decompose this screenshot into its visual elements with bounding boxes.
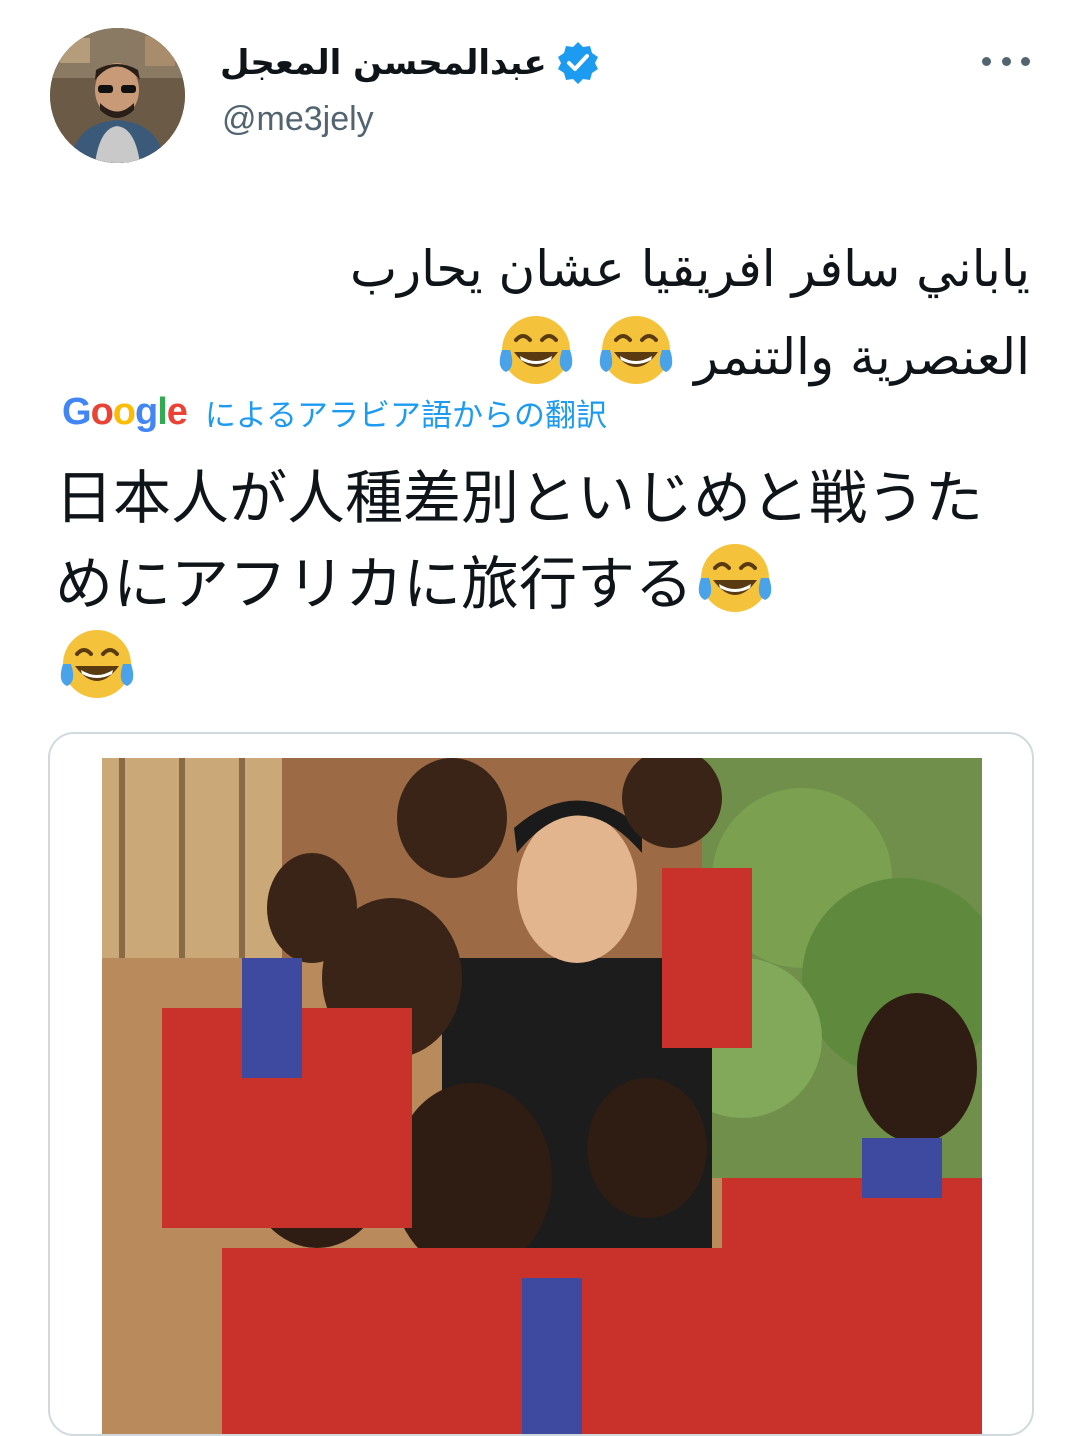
tweet-photo[interactable]	[102, 758, 982, 1434]
photo-group-of-children	[102, 758, 982, 1434]
more-options-icon[interactable]	[982, 46, 1030, 76]
google-logo: Google	[62, 391, 188, 433]
avatar-image	[50, 28, 185, 163]
more-dot	[1021, 56, 1030, 66]
tweet-text: ياباني سافر افريقيا عشان يحارب العنصرية …	[180, 228, 1030, 398]
translation-attribution[interactable]: Google によるアラビア語からの翻訳	[62, 390, 607, 435]
tweet-media-card[interactable]	[48, 732, 1034, 1436]
translation-label[interactable]: によるアラビア語からの翻訳	[205, 390, 607, 435]
face-with-tears-of-joy-emoji	[57, 624, 137, 704]
more-dot	[1001, 56, 1011, 66]
face-with-tears-of-joy-emoji	[695, 538, 775, 618]
face-with-tears-of-joy-emoji	[596, 310, 676, 390]
verified-badge-icon	[555, 40, 601, 86]
author-name-row: عبدالمحسن المعجل	[220, 40, 601, 86]
author-avatar[interactable]	[50, 28, 185, 163]
tweet-text-content: ياباني سافر افريقيا عشان يحارب العنصرية …	[349, 240, 1030, 386]
face-with-tears-of-joy-emoji	[496, 310, 576, 390]
author-handle[interactable]: @me3jely	[222, 100, 374, 139]
translated-text: 日本人が人種差別といじめと戦うためにアフリカに旅行する	[55, 458, 1015, 710]
translated-text-content: 日本人が人種差別といじめと戦うためにアフリカに旅行する	[55, 464, 984, 618]
more-dot	[982, 56, 991, 66]
author-display-name[interactable]: عبدالمحسن المعجل	[220, 43, 547, 83]
